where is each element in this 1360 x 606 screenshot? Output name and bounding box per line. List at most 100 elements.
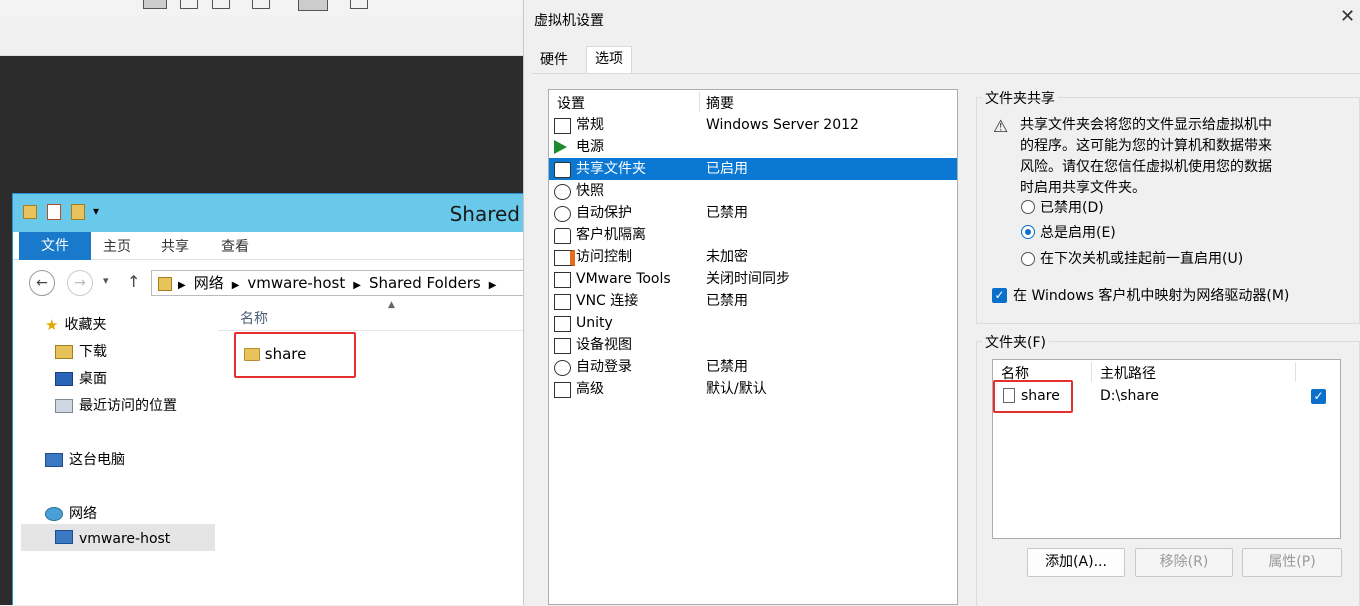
nav-label: 这台电脑: [69, 452, 125, 468]
settings-header[interactable]: 设置: [557, 93, 585, 113]
vnc-icon: [554, 294, 571, 310]
background-strip: [0, 16, 525, 56]
warning-text: 共享文件夹会将您的文件显示给虚拟机中 的程序。这可能为您的计算机和数据带来 风险…: [1020, 115, 1360, 199]
vm-icon: [554, 272, 571, 288]
dropdown-icon[interactable]: ▾: [93, 204, 99, 218]
breadcrumb-shared-folders[interactable]: Shared Folders: [369, 274, 481, 292]
file-list: ▲ 名称 share: [218, 300, 524, 605]
nav-recent[interactable]: 最近访问的位置: [55, 395, 177, 415]
nav-label: vmware-host: [79, 531, 171, 547]
nav-desktop[interactable]: 桌面: [55, 368, 107, 388]
settings-row[interactable]: 自动保护 已禁用: [549, 202, 957, 224]
autoprotect-clock-icon: [554, 206, 571, 222]
setting-summary: 已禁用: [706, 293, 748, 309]
device-view-icon: [554, 338, 571, 354]
setting-summary: 未加密: [706, 249, 748, 265]
column-header-name[interactable]: 名称: [240, 308, 268, 328]
lock-icon: [554, 228, 571, 244]
tab-options[interactable]: 选项: [586, 46, 632, 74]
recent-places-icon: [55, 399, 73, 413]
settings-row[interactable]: 常规 Windows Server 2012: [549, 114, 957, 136]
toolbar-icon[interactable]: [180, 0, 198, 9]
nav-downloads[interactable]: 下载: [55, 341, 107, 361]
toolbar-icon[interactable]: [143, 0, 167, 9]
setting-name: 客户机隔离: [576, 227, 646, 243]
settings-row[interactable]: Unity: [549, 312, 957, 334]
settings-row[interactable]: 自动登录 已禁用: [549, 356, 957, 378]
advanced-icon: [554, 382, 571, 398]
nav-label: 最近访问的位置: [79, 398, 177, 414]
radio-always-enabled-label[interactable]: 总是启用(E): [1040, 222, 1116, 242]
add-button[interactable]: 添加(A)...: [1027, 548, 1125, 577]
forward-button[interactable]: →: [67, 270, 93, 296]
settings-row[interactable]: VMware Tools 关闭时间同步: [549, 268, 957, 290]
toolbar-icon[interactable]: [252, 0, 270, 9]
close-icon[interactable]: ✕: [1340, 6, 1360, 27]
sort-arrow-icon: ▲: [388, 300, 395, 310]
settings-row[interactable]: 访问控制 未加密: [549, 246, 957, 268]
setting-name: VNC 连接: [576, 293, 639, 309]
setting-name: 快照: [576, 183, 604, 199]
properties-button[interactable]: 属性(P): [1242, 548, 1342, 577]
setting-name: 访问控制: [576, 249, 632, 265]
breadcrumb-vmware-host[interactable]: vmware-host: [247, 274, 345, 292]
tab-home[interactable]: 主页: [103, 236, 131, 256]
toolbar-icon[interactable]: [350, 0, 368, 9]
radio-until-poweroff[interactable]: [1021, 252, 1035, 266]
setting-name: 设备视图: [576, 337, 632, 353]
radio-disabled-label[interactable]: 已禁用(D): [1040, 197, 1104, 217]
folder-enabled-checkbox[interactable]: ✓: [1311, 389, 1326, 404]
settings-row[interactable]: 设备视图: [549, 334, 957, 356]
settings-row[interactable]: 高级 默认/默认: [549, 378, 957, 400]
setting-name: 自动保护: [576, 205, 632, 221]
back-button[interactable]: ←: [29, 270, 55, 296]
radio-always-enabled[interactable]: [1021, 225, 1035, 239]
new-folder-icon[interactable]: [71, 204, 85, 220]
unity-icon: [554, 316, 571, 332]
settings-row[interactable]: 快照: [549, 180, 957, 202]
summary-header[interactable]: 摘要: [706, 93, 734, 113]
nav-network[interactable]: 网络: [45, 503, 97, 523]
settings-row[interactable]: 客户机隔离: [549, 224, 957, 246]
settings-row[interactable]: 共享文件夹 已启用: [549, 158, 957, 180]
radio-until-poweroff-label[interactable]: 在下次关机或挂起前一直启用(U): [1040, 248, 1243, 268]
map-drive-checkbox[interactable]: ✓: [992, 288, 1007, 303]
explorer-window: ▾ Shared 文件 主页 共享 查看 ← → ▾ ↑ ▶ 网络 ▶ vmware-…: [12, 193, 525, 605]
power-play-icon: [554, 140, 567, 154]
folder-sharing-legend: 文件夹共享: [982, 88, 1058, 108]
tab-view[interactable]: 查看: [221, 236, 249, 256]
network-icon: [45, 507, 63, 521]
recent-dropdown-icon[interactable]: ▾: [103, 274, 109, 287]
nav-favorites[interactable]: ★ 收藏夹: [45, 314, 106, 334]
col-path-header[interactable]: 主机路径: [1100, 363, 1156, 383]
map-drive-label[interactable]: 在 Windows 客户机中映射为网络驱动器(M): [1013, 285, 1289, 305]
warning-icon: ⚠: [993, 117, 1009, 137]
toolbar-icon[interactable]: [298, 0, 328, 11]
up-button[interactable]: ↑: [127, 272, 140, 291]
radio-disabled[interactable]: [1021, 200, 1035, 214]
folders-table: 名称 主机路径 share D:\share ✓: [992, 359, 1341, 539]
warning-line: 风险。请仅在您信任虚拟机使用您的数据: [1020, 159, 1272, 175]
folder-icon[interactable]: [23, 205, 37, 219]
tab-hardware[interactable]: 硬件: [532, 48, 576, 73]
background-toolbar: [0, 0, 525, 16]
toolbar-icon[interactable]: [212, 0, 230, 9]
chevron-right-icon: ▶: [353, 280, 361, 291]
settings-row[interactable]: VNC 连接 已禁用: [549, 290, 957, 312]
settings-row[interactable]: 电源: [549, 136, 957, 158]
explorer-titlebar: ▾ Shared: [13, 194, 524, 232]
nav-this-pc[interactable]: 这台电脑: [45, 449, 125, 469]
setting-summary: 已禁用: [706, 359, 748, 375]
tab-file[interactable]: 文件: [19, 232, 91, 260]
chevron-right-icon: ▶: [178, 280, 186, 291]
properties-icon[interactable]: [47, 204, 61, 220]
tab-share[interactable]: 共享: [161, 236, 189, 256]
chevron-right-icon: ▶: [488, 280, 497, 291]
desktop-icon: [55, 372, 73, 386]
breadcrumb-network[interactable]: 网络: [194, 274, 224, 292]
nav-vmware-host[interactable]: vmware-host: [21, 524, 215, 551]
network-folder-icon: [158, 276, 172, 291]
remove-button[interactable]: 移除(R): [1135, 548, 1233, 577]
address-bar[interactable]: ▶ 网络 ▶ vmware-host ▶ Shared Folders ▶: [151, 270, 524, 296]
setting-name: 电源: [576, 139, 604, 155]
